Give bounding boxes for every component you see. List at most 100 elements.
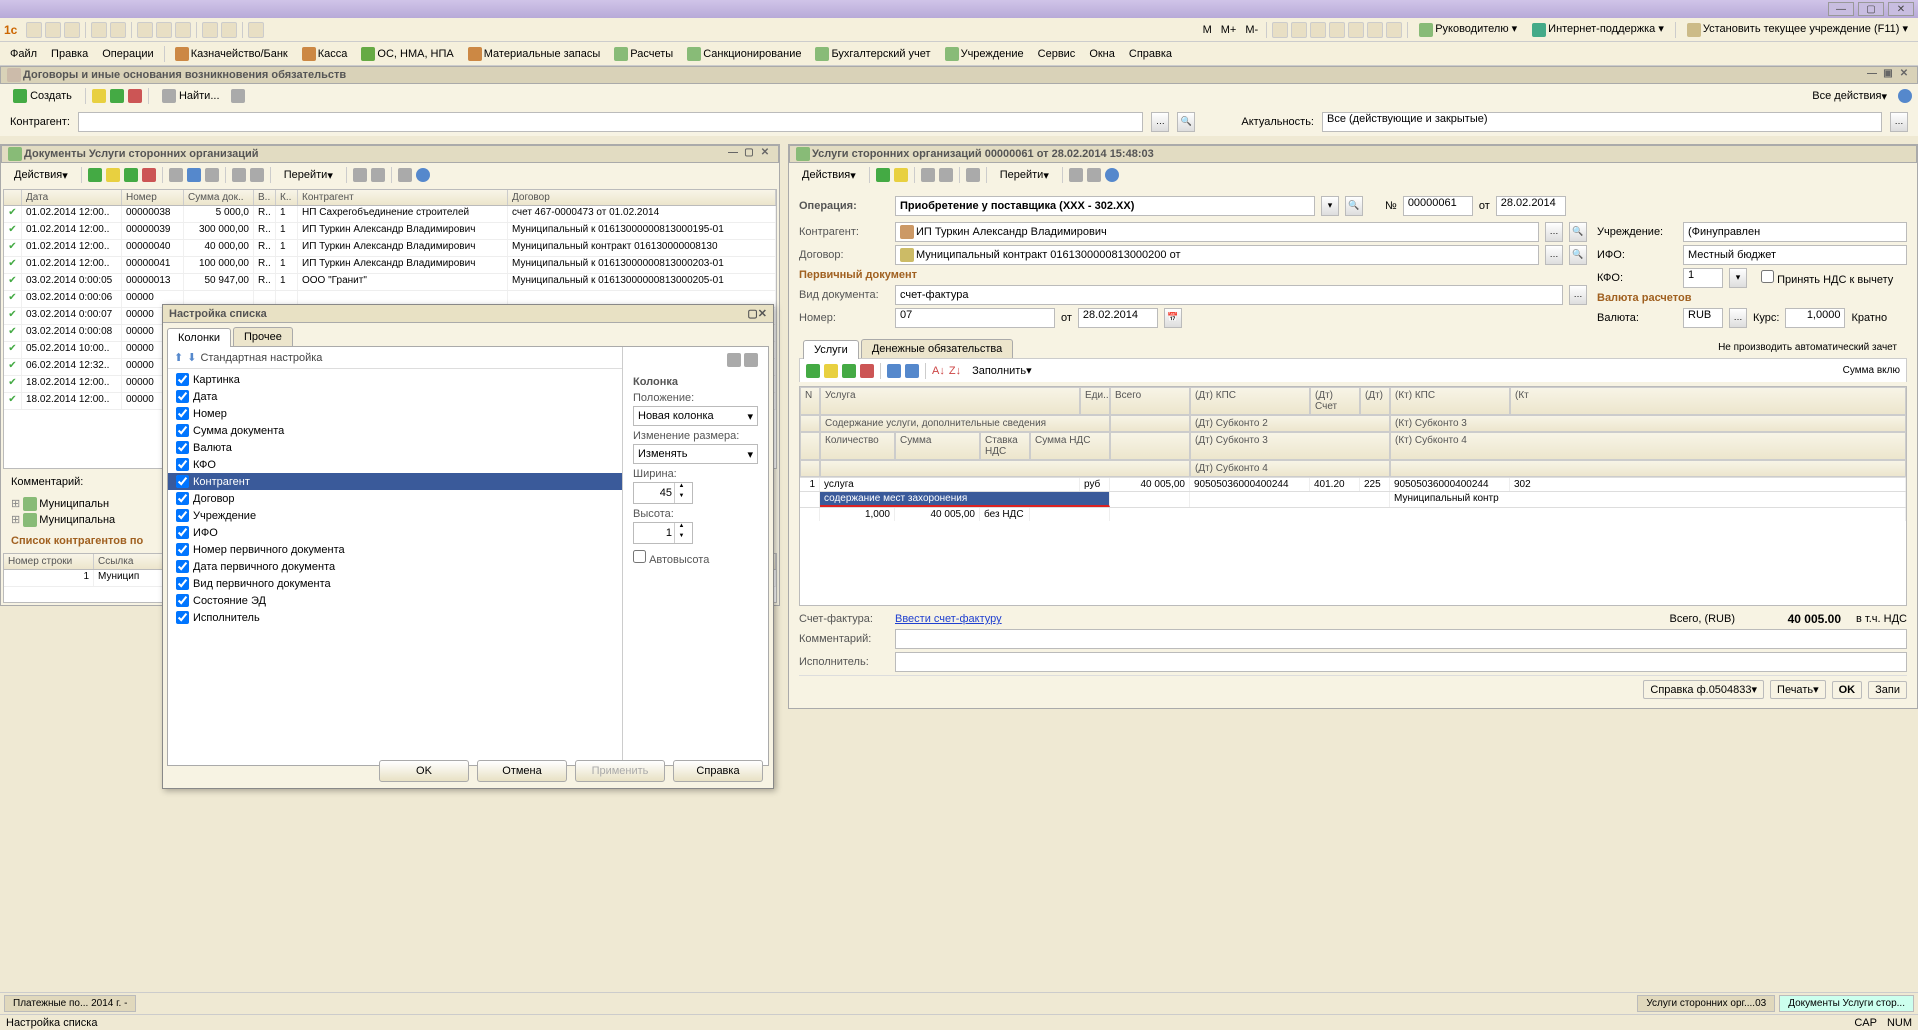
section-help[interactable]: Справка xyxy=(1123,46,1178,62)
zoom-icon[interactable] xyxy=(231,89,245,103)
role-menu-leader[interactable]: Руководителю ▾ xyxy=(1413,20,1523,38)
column-checkbox-item[interactable]: Номер первичного документа xyxy=(168,541,622,558)
doc-number-input[interactable]: 00000061 xyxy=(1403,196,1473,216)
column-checkbox-item[interactable]: Вид первичного документа xyxy=(168,575,622,592)
add-col-icon[interactable] xyxy=(727,353,741,367)
tree-item[interactable]: Муниципальн xyxy=(39,498,109,510)
det-actions-button[interactable]: Действия ▾ xyxy=(795,166,863,185)
print-icon[interactable] xyxy=(91,22,107,38)
doc-reload-icon[interactable] xyxy=(398,168,412,182)
all-actions-button[interactable]: Все действия ▾ xyxy=(1805,87,1894,106)
section-treasury[interactable]: Казначейство/Банк xyxy=(169,45,294,63)
position-select[interactable]: Новая колонка▾ xyxy=(633,406,758,426)
down-icon[interactable]: ⬇ xyxy=(187,351,196,364)
paste-icon[interactable] xyxy=(175,22,191,38)
sort-a-icon[interactable]: A↓ xyxy=(932,365,945,377)
ico1[interactable] xyxy=(1272,22,1288,38)
section-windows[interactable]: Окна xyxy=(1083,46,1121,62)
column-checkbox-item[interactable]: Дата xyxy=(168,388,622,405)
column-checkbox-item[interactable]: Валюта xyxy=(168,439,622,456)
dog-input[interactable]: Муниципальный контракт 01613000008130002… xyxy=(895,245,1539,265)
kfo-input[interactable]: 1 xyxy=(1683,268,1723,288)
det-hier-icon[interactable] xyxy=(1069,168,1083,182)
menu-edit[interactable]: Правка xyxy=(45,46,94,62)
close-window-button[interactable]: ✕ xyxy=(1888,2,1914,16)
ref-button[interactable]: Справка ф.0504833 ▾ xyxy=(1643,680,1764,699)
relevance-pick-button[interactable]: … xyxy=(1890,112,1908,132)
ico5[interactable] xyxy=(1348,22,1364,38)
delete-icon[interactable] xyxy=(128,89,142,103)
section-cash[interactable]: Касса xyxy=(296,45,354,63)
column-checkbox-item[interactable]: Дата первичного документа xyxy=(168,558,622,575)
calendar-icon[interactable]: 📅 xyxy=(1164,308,1182,328)
tab-other[interactable]: Прочее xyxy=(233,327,293,346)
det-help-icon[interactable] xyxy=(1105,168,1119,182)
sort-z-icon[interactable]: Z↓ xyxy=(949,365,961,377)
wintab-payments[interactable]: Платежные по... 2014 г. - xyxy=(4,995,136,1012)
doc-edit-icon[interactable] xyxy=(124,168,138,182)
tab-columns[interactable]: Колонки xyxy=(167,328,231,347)
close-icon[interactable]: ✕ xyxy=(1897,68,1911,82)
min-icon[interactable]: — xyxy=(1865,68,1879,82)
menu-file[interactable]: Файл xyxy=(4,46,43,62)
menu-ops[interactable]: Операции xyxy=(96,46,159,62)
ifo-input[interactable]: Местный бюджет xyxy=(1683,245,1907,265)
det-goto-button[interactable]: Перейти ▾ xyxy=(993,166,1056,185)
dlg-apply-button[interactable]: Применить xyxy=(575,760,665,782)
docwin-min-icon[interactable]: — xyxy=(726,147,740,161)
clear-contragent-button[interactable]: … xyxy=(1151,112,1169,132)
tab-services[interactable]: Услуги xyxy=(803,340,859,359)
copy-icon[interactable] xyxy=(156,22,172,38)
dlg-help-button[interactable]: Справка xyxy=(673,760,763,782)
table-row[interactable]: ✔03.02.2014 0:00:050000001350 947,00R..1… xyxy=(4,274,776,291)
det-print-icon[interactable] xyxy=(921,168,935,182)
detail-comment-input[interactable] xyxy=(895,629,1907,649)
doc-hier-icon[interactable] xyxy=(353,168,367,182)
section-materials[interactable]: Материальные запасы xyxy=(462,45,607,63)
docwin-max-icon[interactable]: ▢ xyxy=(742,147,756,161)
column-checkbox-item[interactable]: Учреждение xyxy=(168,507,622,524)
rate-input[interactable]: 1,0000 xyxy=(1785,308,1845,328)
ico3[interactable] xyxy=(1310,22,1326,38)
doc-filter-icon[interactable] xyxy=(187,168,201,182)
create-button[interactable]: Создать xyxy=(6,86,79,106)
doc-list2-icon[interactable] xyxy=(371,168,385,182)
section-service[interactable]: Сервис xyxy=(1032,46,1082,62)
doc-copy-icon[interactable] xyxy=(106,168,120,182)
find-button[interactable]: Найти... xyxy=(155,86,227,106)
section-os[interactable]: ОС, НМА, НПА xyxy=(355,45,459,63)
dlg-max-icon[interactable]: ▢ xyxy=(747,307,757,320)
redo-icon[interactable] xyxy=(221,22,237,38)
max-icon[interactable]: ▣ xyxy=(1881,68,1895,82)
table-row[interactable]: ✔01.02.2014 12:00..00000039300 000,00R..… xyxy=(4,223,776,240)
table-row[interactable]: ✔01.02.2014 12:00..00000041100 000,00R..… xyxy=(4,257,776,274)
width-spinner[interactable]: ▲▼ xyxy=(633,482,693,504)
column-checkbox-item[interactable]: Договор xyxy=(168,490,622,507)
det-basis-icon[interactable] xyxy=(939,168,953,182)
section-calc[interactable]: Расчеты xyxy=(608,45,679,63)
tree-item[interactable]: Муниципальна xyxy=(39,514,115,526)
role-menu-internet[interactable]: Интернет-поддержка ▾ xyxy=(1526,20,1670,38)
column-checkbox-item[interactable]: Состояние ЭД xyxy=(168,592,622,609)
resize-select[interactable]: Изменять▾ xyxy=(633,444,758,464)
column-checkbox-item[interactable]: Номер xyxy=(168,405,622,422)
table-row[interactable]: ✔01.02.2014 12:00..000000385 000,0R..1НП… xyxy=(4,206,776,223)
det-post-icon[interactable] xyxy=(876,168,890,182)
currency-input[interactable]: RUB xyxy=(1683,308,1723,328)
prim-date-input[interactable]: 28.02.2014 xyxy=(1078,308,1158,328)
mark-icon[interactable] xyxy=(110,89,124,103)
doc-check-icon[interactable] xyxy=(232,168,246,182)
doc-uncheck-icon[interactable] xyxy=(250,168,264,182)
nds-accept-checkbox[interactable] xyxy=(1761,270,1774,283)
svc-up-icon[interactable] xyxy=(887,364,901,378)
ctr-input[interactable]: ИП Туркин Александр Владимирович xyxy=(895,222,1539,242)
op-drop-icon[interactable]: ▾ xyxy=(1321,196,1339,216)
docwin-close-icon[interactable]: ✕ xyxy=(758,147,772,161)
column-checkbox-item[interactable]: КФО xyxy=(168,456,622,473)
ico2[interactable] xyxy=(1291,22,1307,38)
ico6[interactable] xyxy=(1367,22,1383,38)
doc-date-input[interactable]: 28.02.2014 xyxy=(1496,196,1566,216)
ico7[interactable] xyxy=(1386,22,1402,38)
tab-money[interactable]: Денежные обязательства xyxy=(861,339,1013,358)
section-accounting[interactable]: Бухгалтерский учет xyxy=(809,45,936,63)
